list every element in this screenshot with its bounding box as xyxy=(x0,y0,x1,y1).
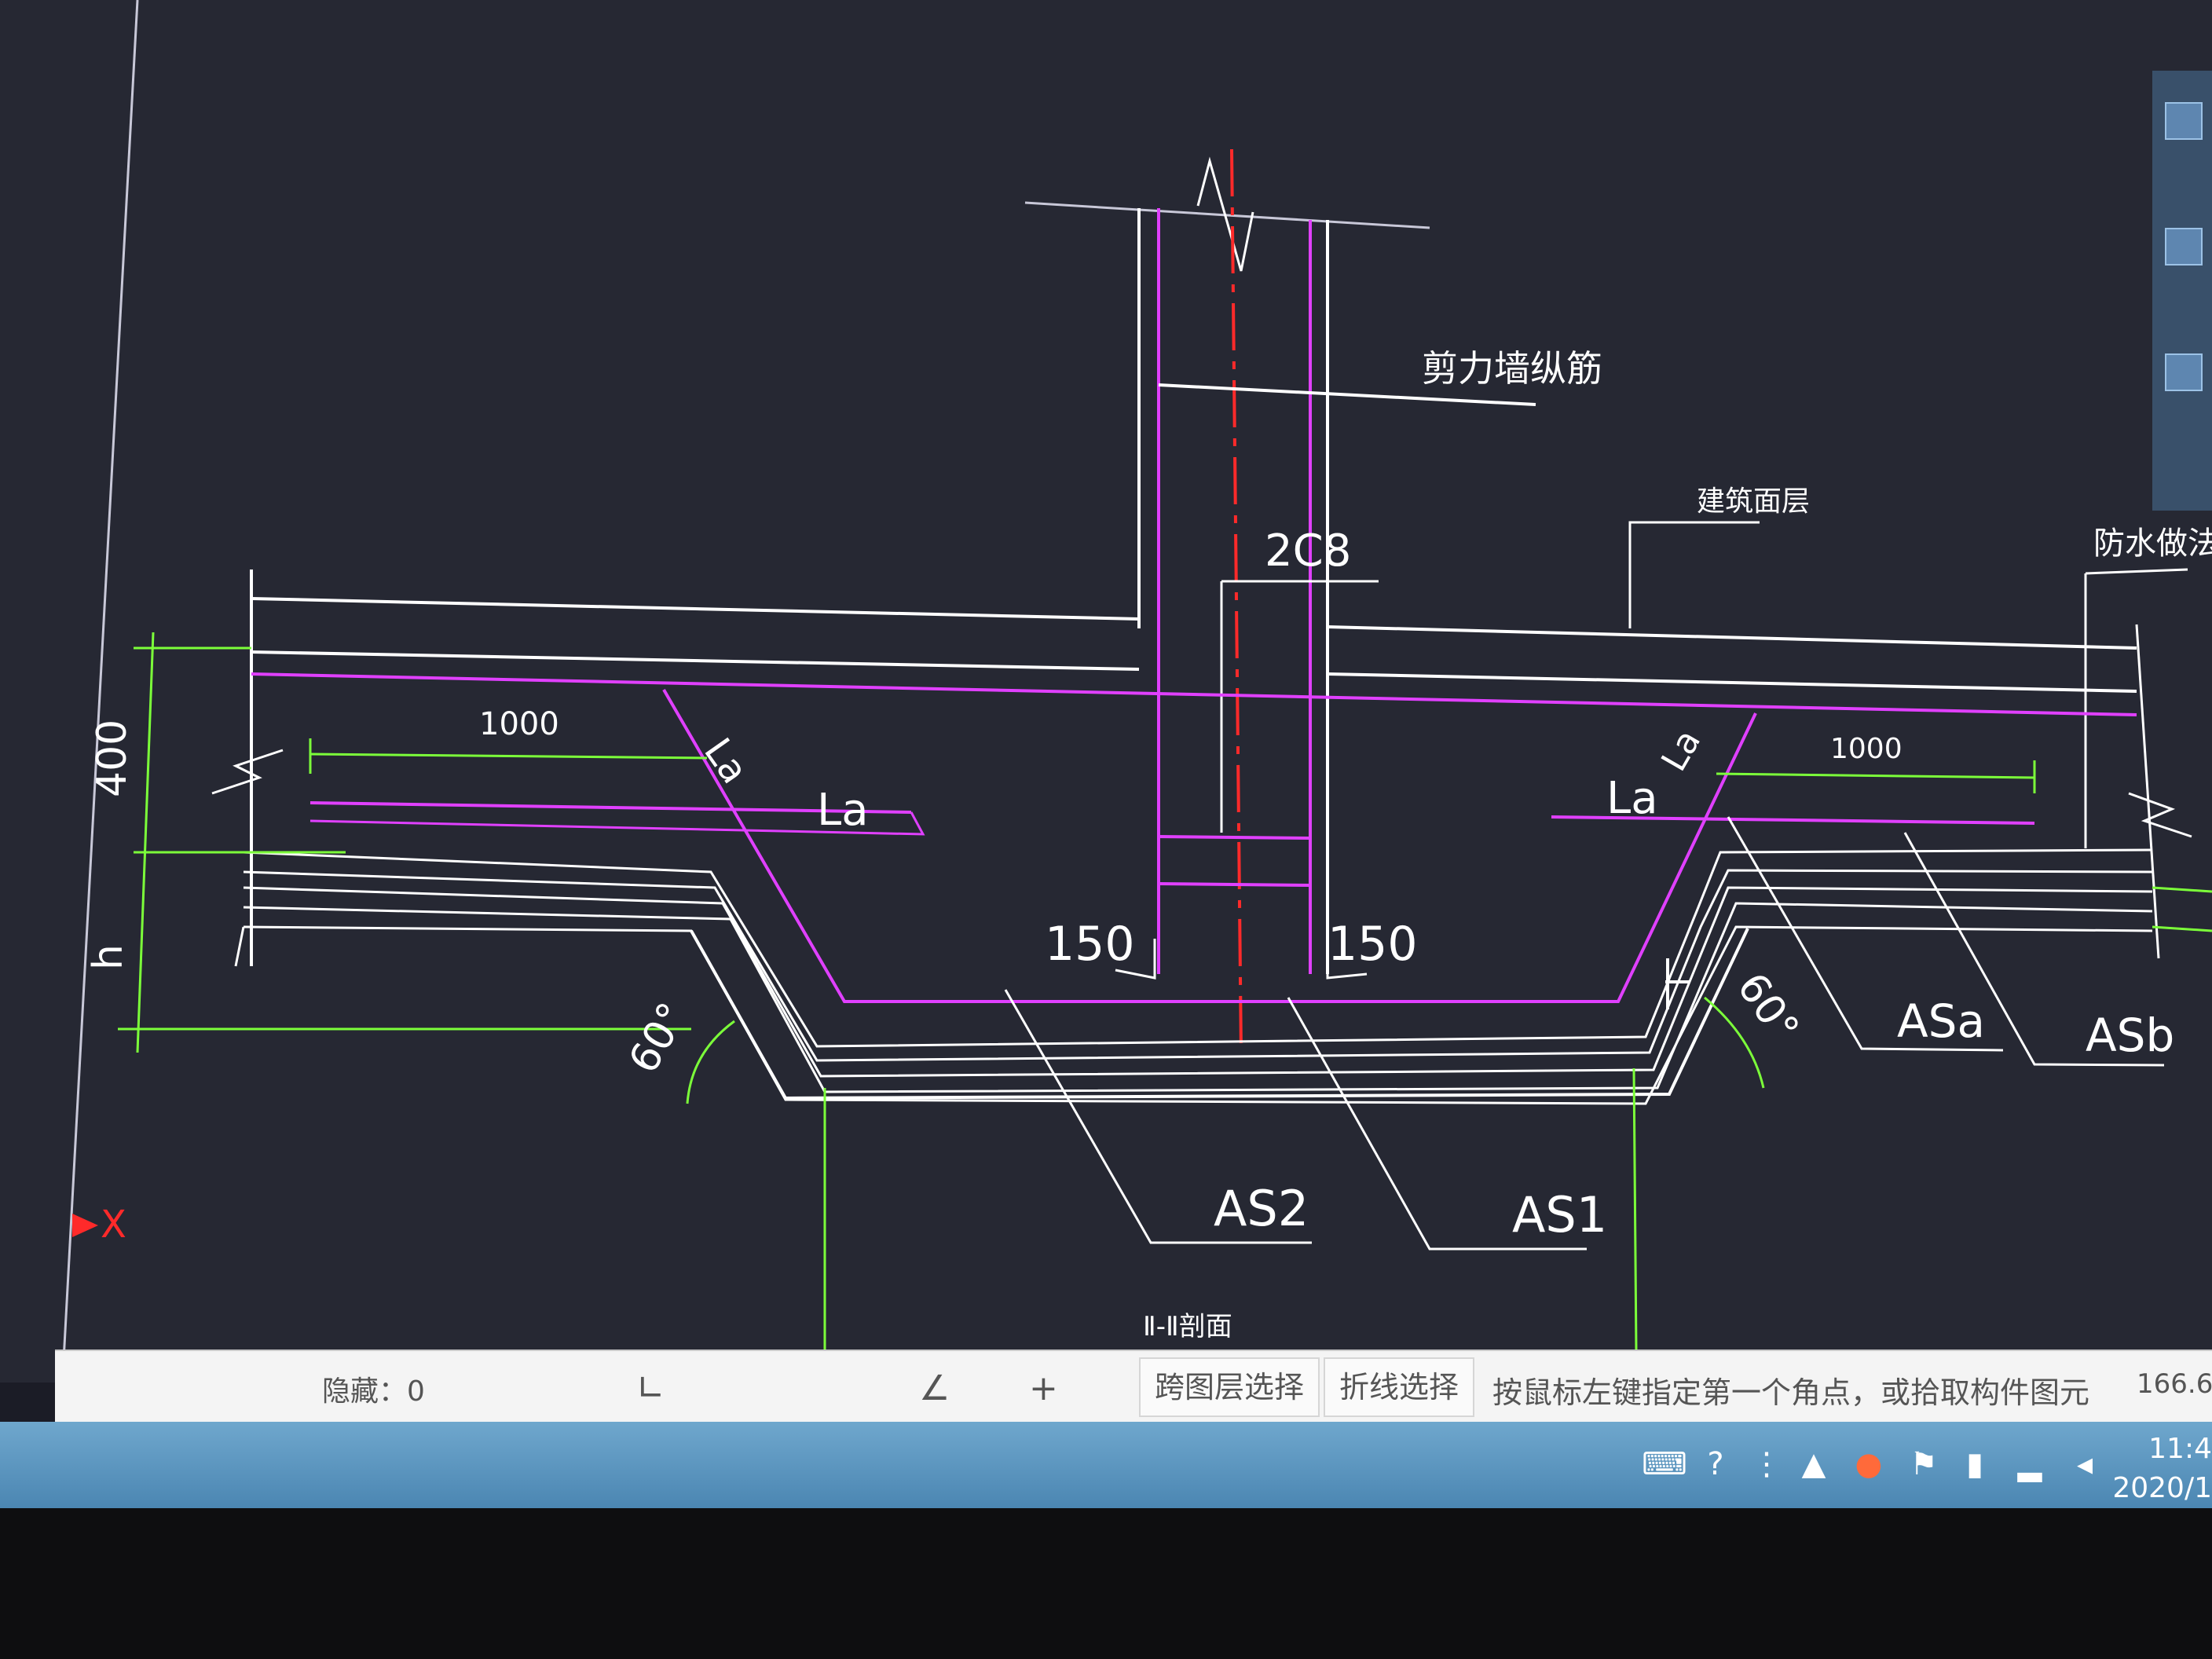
volume-icon[interactable]: ◂ xyxy=(2066,1444,2104,1485)
right-tool-panel xyxy=(2152,71,2212,511)
break-mark-right xyxy=(2128,792,2192,838)
network-icon[interactable]: ▂ xyxy=(2011,1444,2049,1485)
label-as2: AS2 xyxy=(1214,1180,1309,1237)
dim-1000-right-text: 1000 xyxy=(1830,733,1903,765)
label-as1: AS1 xyxy=(1512,1186,1607,1243)
label-la-diag-left: La xyxy=(695,731,756,792)
keyboard-icon[interactable]: ⌨ xyxy=(1642,1444,1687,1485)
section-title: Ⅱ-Ⅱ剖面 xyxy=(1143,1311,1232,1342)
snap-toggle-icon[interactable]: + xyxy=(1029,1368,1058,1408)
slab-finish-right xyxy=(1327,672,2137,693)
windows-taskbar: ⌨ ? ⋮ ▲ ● ⚑ ▮ ▂ ◂ 11:4 2020/1 xyxy=(0,1422,2212,1508)
label-la-diag-right: La xyxy=(1654,723,1708,778)
break-mark-left xyxy=(211,749,284,795)
dim-400-text: 400 xyxy=(89,720,136,797)
tray-menu-icon[interactable]: ⋮ xyxy=(1748,1444,1785,1485)
pit-inner-rebar xyxy=(662,688,1757,1003)
ortho-toggle-icon[interactable]: ∟ xyxy=(636,1368,665,1408)
wall-tie-2 xyxy=(1158,882,1311,887)
clock-time: 11:4 xyxy=(2148,1433,2212,1465)
label-2c8: 2C8 xyxy=(1265,526,1351,577)
monitor-bezel xyxy=(0,1508,2212,1659)
dim-150-left-text: 150 xyxy=(1045,917,1135,972)
dim-1000-left-text: 1000 xyxy=(479,706,559,742)
dim-1000-left xyxy=(309,753,708,760)
polyline-select-button[interactable]: 折线选择 xyxy=(1324,1357,1475,1417)
ucs-axis-icon xyxy=(72,1214,98,1237)
view-box-icon[interactable] xyxy=(2165,228,2203,266)
leader-top-layer xyxy=(1628,521,1760,628)
label-la-right: La xyxy=(1606,773,1658,824)
pit-line-4 xyxy=(243,902,2153,1093)
angle-right-text: 60° xyxy=(1727,965,1807,1051)
action-center-icon[interactable]: ⚑ xyxy=(1905,1444,1943,1485)
label-asa: ASa xyxy=(1897,994,1985,1048)
slab-top-left xyxy=(251,597,1140,621)
dim-h-text: h xyxy=(85,944,132,970)
cad-drawing-canvas[interactable]: 剪力墙纵筋 建筑面层 防水做法 2C8 400 h 1000 1000 La L… xyxy=(0,0,2212,1382)
wall-tie-1 xyxy=(1158,835,1311,840)
app-tray-icon[interactable]: ● xyxy=(1850,1444,1888,1485)
slab-top-right xyxy=(1327,625,2137,650)
show-hidden-icons-icon[interactable]: ▲ xyxy=(1795,1444,1833,1485)
slab-finish-left xyxy=(251,650,1140,671)
label-waterproof: 防水做法 xyxy=(2093,526,2212,562)
label-la-left: La xyxy=(817,785,869,836)
dim-line-vertical xyxy=(136,632,155,1053)
viewport-border xyxy=(61,0,139,1375)
pit-left-cap xyxy=(234,926,245,967)
leader-waterproof xyxy=(2085,568,2188,575)
cross-layer-select-button[interactable]: 跨图层选择 xyxy=(1139,1357,1320,1417)
angle-left-text: 60° xyxy=(620,995,697,1082)
grid-line-edge-1 xyxy=(2152,886,2212,893)
angle-arc-left xyxy=(686,1020,735,1104)
axis-x-label: X xyxy=(101,1203,126,1247)
section-drawing: 剪力墙纵筋 建筑面层 防水做法 2C8 400 h 1000 1000 La L… xyxy=(61,0,2212,1375)
coordinate-readout: 166.66 xyxy=(2137,1368,2212,1400)
orbit-icon[interactable] xyxy=(2165,353,2203,391)
label-asb: ASb xyxy=(2086,1009,2174,1062)
grid-line-right xyxy=(1632,1068,1638,1352)
grid-line-edge-2 xyxy=(2152,925,2212,932)
pit-line-5 xyxy=(243,925,2153,1105)
command-prompt: 按鼠标左键指定第一个角点，或拾取构件图元 xyxy=(1492,1375,2090,1410)
pit-line-2 xyxy=(243,869,2153,1062)
slab-right-edge-2 xyxy=(2135,624,2160,959)
clock[interactable]: 11:4 2020/1 xyxy=(2112,1430,2212,1508)
hidden-count: 隐藏：0 xyxy=(322,1375,425,1408)
pit-line-1 xyxy=(243,848,2153,1048)
dim-150-right-text: 150 xyxy=(1328,917,1418,972)
label-top-layer: 建筑面层 xyxy=(1697,485,1810,518)
label-wall-rebar: 剪力墙纵筋 xyxy=(1422,347,1602,390)
help-icon[interactable]: ? xyxy=(1697,1444,1734,1485)
dim-1000-right xyxy=(1716,772,2035,779)
angle-toggle-icon[interactable]: ∠ xyxy=(919,1368,950,1408)
view-cube-icon[interactable] xyxy=(2165,102,2203,140)
clock-date: 2020/1 xyxy=(2112,1472,2212,1504)
wall-centerline xyxy=(1230,148,1243,1053)
status-bar: 隐藏：0 ∟ ∠ + 跨图层选择 折线选择 按鼠标左键指定第一个角点，或拾取构件… xyxy=(55,1350,2212,1423)
device-icon[interactable]: ▮ xyxy=(1956,1444,1994,1485)
